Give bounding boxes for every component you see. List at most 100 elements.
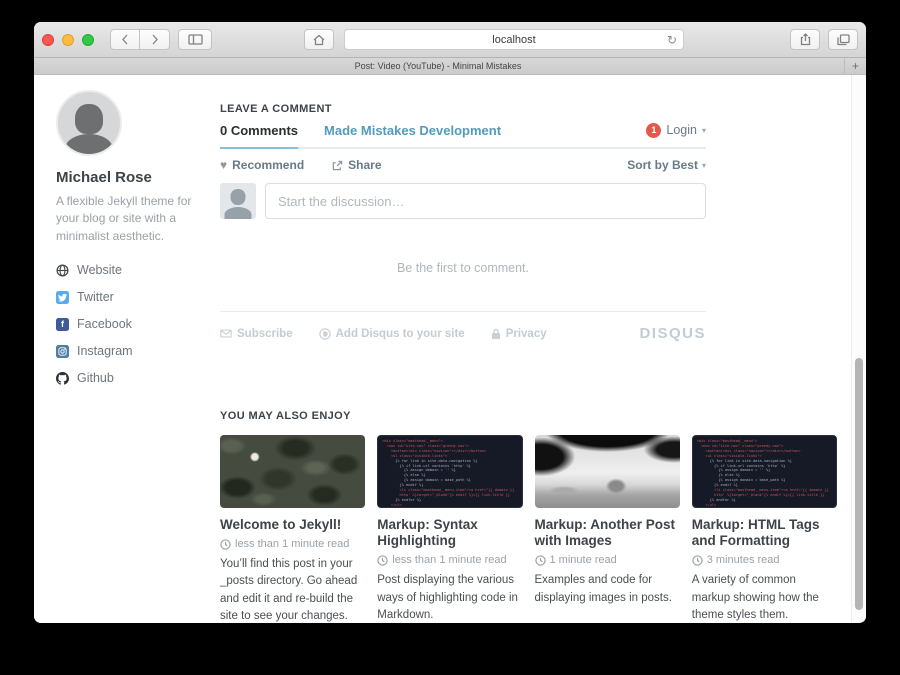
twitter-icon — [56, 291, 69, 304]
browser-toolbar: localhost ↻ — [34, 22, 866, 58]
share-icon — [800, 33, 811, 46]
community-link[interactable]: Made Mistakes Development — [324, 123, 501, 147]
scrollbar-thumb[interactable] — [855, 358, 863, 610]
author-name: Michael Rose — [56, 169, 208, 186]
sidebar-item-facebook[interactable]: f Facebook — [56, 317, 208, 331]
chevron-down-icon: ▾ — [702, 161, 706, 170]
reload-icon[interactable]: ↻ — [667, 34, 677, 46]
sidebar-toggle-button[interactable] — [178, 29, 212, 50]
clock-icon — [535, 555, 546, 566]
guest-avatar — [220, 183, 256, 219]
show-tabs-button[interactable] — [828, 29, 858, 50]
clock-icon — [220, 539, 231, 550]
avatar — [56, 90, 122, 156]
url-text: localhost — [492, 34, 535, 46]
chevron-right-icon — [151, 34, 159, 45]
close-window-button[interactable] — [42, 34, 54, 46]
post-title-link[interactable]: Welcome to Jekyll! — [220, 517, 365, 533]
post-thumbnail-code[interactable]: <div class="masthead__menu"> <nav id="si… — [377, 435, 522, 508]
scrollbar-track[interactable] — [851, 75, 866, 622]
post-excerpt: A variety of common markup showing how t… — [692, 572, 837, 623]
chevron-down-icon: ▾ — [702, 126, 706, 135]
home-icon — [313, 34, 325, 46]
post-title-link[interactable]: Markup: Another Post with Images — [535, 517, 680, 549]
new-tab-button[interactable]: + — [844, 58, 866, 74]
disqus-tabs: 0 Comments Made Mistakes Development 1 L… — [220, 122, 706, 149]
sidebar-item-website[interactable]: Website — [56, 263, 208, 277]
post-thumbnail-code[interactable]: <div class="masthead__menu"> <nav id="si… — [692, 435, 837, 508]
disqus-actions: ♥ Recommend Share Sort by Best ▾ — [220, 149, 706, 180]
read-time-label: less than 1 minute read — [235, 538, 349, 550]
link-label: Twitter — [77, 290, 114, 304]
globe-icon — [56, 264, 69, 277]
page-content: Michael Rose A flexible Jekyll theme for… — [34, 75, 866, 622]
comment-input[interactable] — [265, 183, 706, 219]
zoom-window-button[interactable] — [82, 34, 94, 46]
sort-label: Sort by Best — [627, 158, 698, 172]
sidebar-item-instagram[interactable]: Instagram — [56, 344, 208, 358]
forward-button[interactable] — [140, 29, 170, 50]
read-time-label: less than 1 minute read — [392, 554, 506, 566]
comments-heading: LEAVE A COMMENT — [220, 103, 837, 115]
home-button[interactable] — [304, 29, 334, 50]
privacy-link[interactable]: Privacy — [491, 328, 547, 340]
author-links: Website Twitter f Facebook Instagram — [56, 263, 208, 385]
add-disqus-label: Add Disqus to your site — [336, 328, 465, 340]
back-button[interactable] — [110, 29, 140, 50]
author-profile: Michael Rose A flexible Jekyll theme for… — [56, 75, 208, 398]
clock-icon — [377, 555, 388, 566]
tab-comments-count[interactable]: 0 Comments — [220, 123, 298, 149]
sort-by-best-dropdown[interactable]: Sort by Best ▾ — [627, 158, 706, 172]
read-time: 3 minutes read — [692, 554, 837, 566]
privacy-label: Privacy — [506, 328, 547, 340]
recommend-label: Recommend — [232, 158, 304, 172]
recommend-button[interactable]: ♥ Recommend — [220, 158, 304, 172]
post-thumbnail-fog[interactable] — [535, 435, 680, 508]
tab-bar: Post: Video (YouTube) - Minimal Mistakes… — [34, 58, 866, 75]
main-column: LEAVE A COMMENT 0 Comments Made Mistakes… — [220, 75, 837, 623]
read-time: less than 1 minute read — [220, 538, 365, 550]
clock-icon — [692, 555, 703, 566]
empty-state-message: Be the first to comment. — [220, 261, 706, 275]
sidebar-item-github[interactable]: Github — [56, 371, 208, 385]
related-post-card: <div class="masthead__menu"> <nav id="si… — [377, 435, 522, 623]
post-thumbnail-moss[interactable] — [220, 435, 365, 508]
sidebar-icon — [188, 34, 203, 45]
comment-composer — [220, 183, 706, 219]
envelope-icon — [220, 329, 232, 338]
share-button[interactable] — [790, 29, 820, 50]
plus-icon: + — [852, 59, 859, 73]
related-post-card: <div class="masthead__menu"> <nav id="si… — [692, 435, 837, 623]
post-title-link[interactable]: Markup: HTML Tags and Formatting — [692, 517, 837, 549]
active-tab[interactable]: Post: Video (YouTube) - Minimal Mistakes — [34, 58, 842, 74]
link-label: Facebook — [77, 317, 132, 331]
disqus-logo: DISQUS — [639, 325, 706, 342]
link-label: Instagram — [77, 344, 133, 358]
history-nav-group — [110, 29, 170, 50]
add-disqus-link[interactable]: Add Disqus to your site — [319, 328, 465, 340]
tabs-icon — [837, 34, 850, 46]
sidebar-item-twitter[interactable]: Twitter — [56, 290, 208, 304]
disqus-footer: Subscribe Add Disqus to your site Privac… — [220, 312, 706, 355]
subscribe-button[interactable]: Subscribe — [220, 328, 293, 340]
tab-title-text: Post: Video (YouTube) - Minimal Mistakes — [355, 61, 522, 71]
post-title-link[interactable]: Markup: Syntax Highlighting — [377, 517, 522, 549]
link-label: Github — [77, 371, 114, 385]
heart-icon: ♥ — [220, 158, 227, 172]
browser-window: localhost ↻ Post: Video (YouTube) - Mini… — [34, 22, 866, 623]
post-excerpt: Examples and code for displaying images … — [535, 572, 680, 607]
read-time: 1 minute read — [535, 554, 680, 566]
notification-badge: 1 — [646, 123, 661, 138]
window-controls — [42, 34, 94, 46]
read-time-label: 3 minutes read — [707, 554, 780, 566]
login-menu[interactable]: 1 Login ▾ — [646, 123, 706, 147]
related-post-card: Markup: Another Post with Images 1 minut… — [535, 435, 680, 623]
minimize-window-button[interactable] — [62, 34, 74, 46]
address-bar[interactable]: localhost ↻ — [344, 29, 684, 50]
subscribe-label: Subscribe — [237, 328, 293, 340]
share-thread-button[interactable]: Share — [332, 158, 381, 172]
share-label: Share — [348, 158, 381, 172]
lock-icon — [491, 328, 501, 340]
disqus-icon — [319, 328, 331, 340]
read-time-label: 1 minute read — [550, 554, 617, 566]
